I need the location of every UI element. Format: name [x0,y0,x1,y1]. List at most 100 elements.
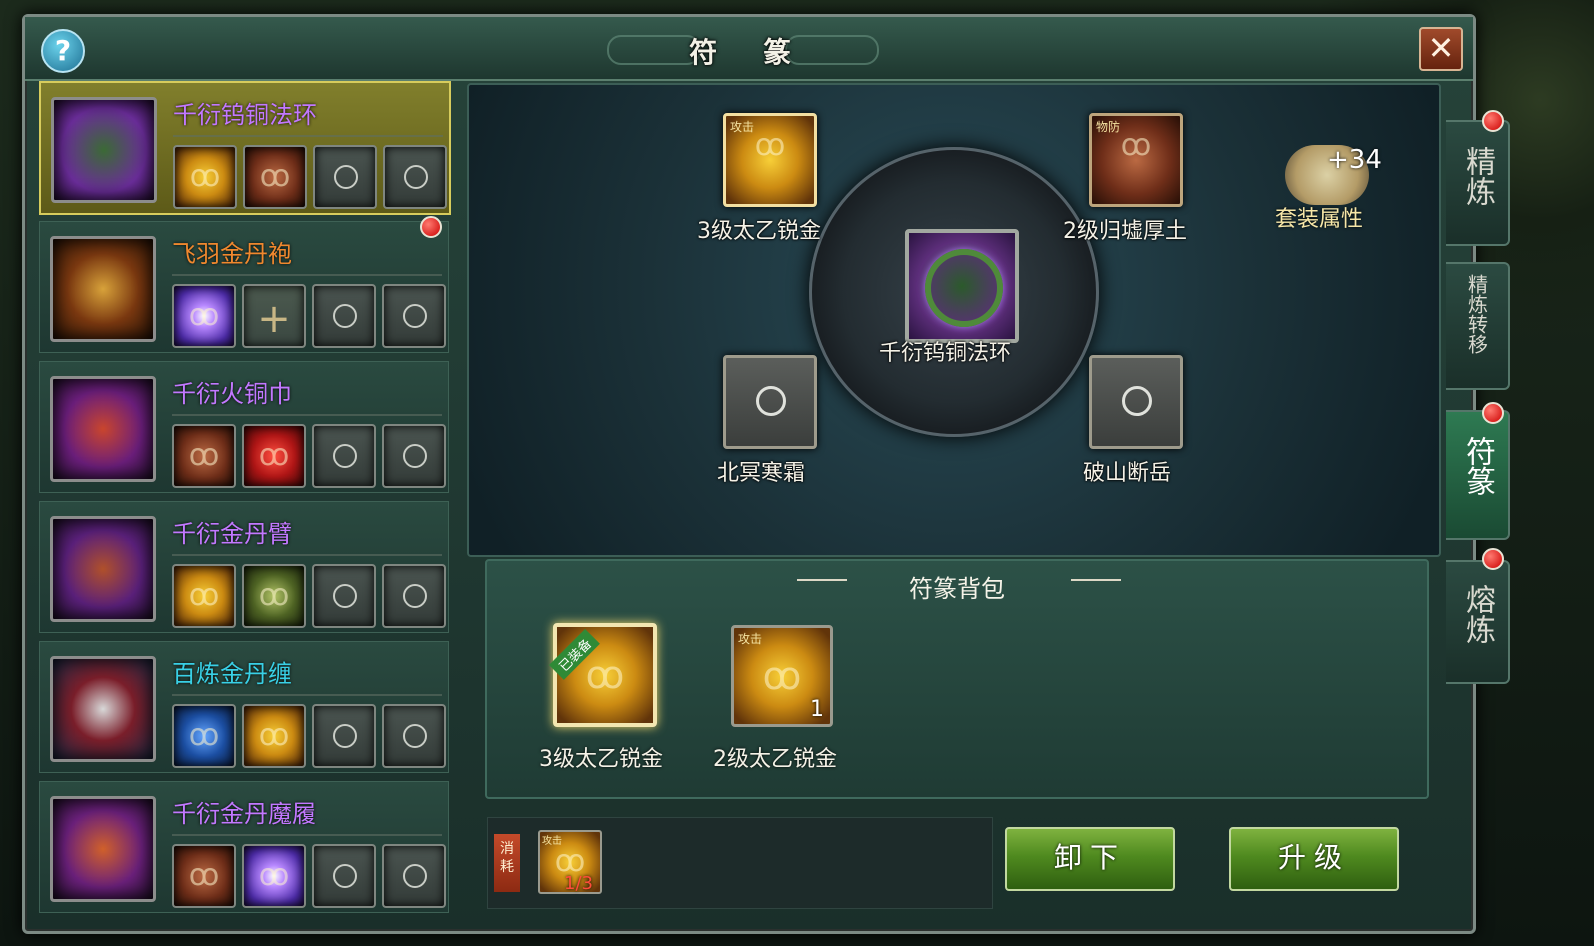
cost-item[interactable]: 攻击 ꝏ 1/3 [538,830,602,894]
tab-refine[interactable]: 精炼 [1446,120,1510,246]
robe-icon [50,236,156,342]
equipment-row[interactable]: 千衍金丹魔履 ꝏ ꝏ [39,781,449,913]
row-divider [173,135,443,137]
equipment-name: 百炼金丹缠 [172,660,292,688]
lock-icon [403,864,427,888]
cost-count: 1/3 [564,873,593,894]
tab-smelt[interactable]: 熔炼 [1446,560,1510,684]
locked-slot[interactable] [312,704,376,768]
bag-item-label: 2级太乙锐金 [713,747,837,772]
rune-slot[interactable]: ꝏ [172,844,236,908]
equipment-row[interactable]: 百炼金丹缠 ꝏ ꝏ [39,641,449,773]
rune-slot[interactable]: ꝏ [172,564,236,628]
bag-item[interactable]: ꝏ 已装备 [549,623,657,727]
lock-icon [333,444,357,468]
equipment-name: 千衍钨铜法环 [173,101,317,129]
set-attribute-button[interactable]: +34 套装属性 [1275,145,1385,245]
equipment-row[interactable]: 千衍金丹臂 ꝏ ꝏ [39,501,449,633]
socket-label: 2级归墟厚土 [1063,219,1187,244]
close-button[interactable]: ✕ [1419,27,1463,71]
attack-rune-slot[interactable]: ꝏ [173,145,237,209]
bracer-icon [50,516,156,622]
unequip-button[interactable]: 卸下 [1005,827,1175,891]
row-divider [172,554,442,556]
title-bar: 符 篆 ? ✕ [25,17,1473,81]
lock-icon [333,724,357,748]
boots-icon [50,796,156,902]
lock-icon [333,864,357,888]
center-label: 千衍钨铜法环 [879,341,1012,366]
tab-label: 精炼转移 [1464,274,1489,354]
upgrade-button[interactable]: 升级 [1229,827,1399,891]
bag-item[interactable]: 攻击 ꝏ 1 [731,625,833,727]
equipment-name: 千衍火铜巾 [172,380,292,408]
rune-slot[interactable]: ꝏ [242,844,306,908]
socket-bottom-left[interactable] [723,355,817,449]
locked-slot[interactable] [382,564,446,628]
locked-slot[interactable] [312,424,376,488]
lock-icon [403,304,427,328]
lock-icon [333,304,357,328]
lock-icon [334,165,358,189]
socket-top-left[interactable]: 攻击 ꝏ [723,113,817,207]
rune-slot[interactable]: ꝏ [172,284,236,348]
locked-slot[interactable] [383,145,447,209]
rune-slot[interactable]: ꝏ [172,424,236,488]
talisman-window: 符 篆 ? ✕ 千衍钨铜法环 ꝏ ꝏ 飞羽金丹袍 ꝏ + 千衍火铜巾 ꝏ ꝏ 千… [22,14,1476,934]
lock-icon [1122,386,1152,416]
row-divider [172,834,442,836]
locked-slot[interactable] [382,424,446,488]
equipment-row[interactable]: 千衍钨铜法环 ꝏ ꝏ [39,81,451,215]
row-divider [172,274,442,276]
equipment-name: 千衍金丹臂 [172,520,292,548]
add-rune-slot[interactable]: + [242,284,306,348]
locked-slot[interactable] [312,284,376,348]
tab-refine-transfer[interactable]: 精炼转移 [1446,262,1510,390]
cost-tag: 消耗 [494,834,520,892]
ring-icon [925,249,1003,327]
equipment-row[interactable]: 飞羽金丹袍 ꝏ + [39,216,449,353]
socket-label: 3级太乙锐金 [697,219,821,244]
lock-icon [403,724,427,748]
defense-rune-slot[interactable]: ꝏ [243,145,307,209]
notification-dot [1482,110,1504,132]
notification-dot [1482,402,1504,424]
socket-label: 北冥寒霜 [717,461,806,486]
window-title: 符 篆 [689,36,809,69]
equipment-list: 千衍钨铜法环 ꝏ ꝏ 飞羽金丹袍 ꝏ + 千衍火铜巾 ꝏ ꝏ 千衍金丹臂 ꝏ ꝏ… [39,81,451,913]
locked-slot[interactable] [382,704,446,768]
center-equipment [905,229,1019,343]
locked-slot[interactable] [382,844,446,908]
help-button[interactable]: ? [41,29,85,73]
lock-icon [403,584,427,608]
tab-label: 符篆 [1460,436,1495,496]
rune-slot[interactable]: ꝏ [172,704,236,768]
bag-title: 符篆背包 [909,575,1005,603]
rune-slot[interactable]: ꝏ [242,564,306,628]
tab-talisman[interactable]: 符篆 [1446,410,1510,540]
row-divider [172,694,442,696]
rune-slot[interactable]: ꝏ [242,424,306,488]
headband-icon [50,376,156,482]
lock-icon [333,584,357,608]
plus-icon: + [257,296,291,342]
socket-scene: 攻击 ꝏ 3级太乙锐金 物防 ꝏ 2级归墟厚土 千衍钨铜法环 北冥寒霜 破山断岳 [467,83,1441,557]
rune-slot[interactable]: ꝏ [242,704,306,768]
locked-slot[interactable] [382,284,446,348]
lock-icon [756,386,786,416]
ring-icon [51,97,157,203]
bag-item-label: 3级太乙锐金 [539,747,663,772]
notification-dot [420,216,442,238]
locked-slot[interactable] [313,145,377,209]
set-attribute-bonus: +34 [1327,145,1382,175]
item-tag: 攻击 [738,632,763,646]
equipment-row[interactable]: 千衍火铜巾 ꝏ ꝏ [39,361,449,493]
lock-icon [404,165,428,189]
locked-slot[interactable] [312,564,376,628]
socket-top-right[interactable]: 物防 ꝏ [1089,113,1183,207]
socket-bottom-right[interactable] [1089,355,1183,449]
tab-label: 精炼 [1460,146,1495,206]
equipment-name: 飞羽金丹袍 [172,240,292,268]
belt-icon [50,656,156,762]
locked-slot[interactable] [312,844,376,908]
